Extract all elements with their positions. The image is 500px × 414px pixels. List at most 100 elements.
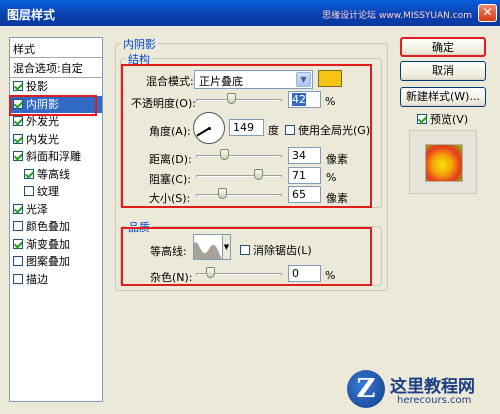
shadow-color-swatch[interactable] xyxy=(318,70,342,87)
style-item-label: 纹理 xyxy=(37,185,59,198)
style-item-label: 图案叠加 xyxy=(26,255,70,268)
preview-check-icon xyxy=(417,114,427,124)
style-item[interactable]: 图案叠加 xyxy=(10,253,102,271)
contour-label: 等高线: xyxy=(150,245,187,258)
checkbox-icon[interactable] xyxy=(13,98,23,109)
style-item[interactable]: 内阴影 xyxy=(10,95,102,113)
cancel-button[interactable]: 取消 xyxy=(400,61,486,81)
blend-mode-label: 混合模式: xyxy=(146,75,194,88)
noise-input[interactable]: 0 xyxy=(288,265,321,282)
style-item[interactable]: 投影 xyxy=(10,78,102,96)
checkbox-icon[interactable] xyxy=(13,221,23,231)
close-button[interactable]: ✕ xyxy=(478,4,497,22)
angle-input[interactable]: 149 xyxy=(229,119,264,136)
title-bar: 图层样式 思缘设计论坛 www.MISSYUAN.com ✕ xyxy=(0,0,500,26)
choke-label: 阻塞(C): xyxy=(149,173,191,186)
size-input[interactable]: 65 xyxy=(288,186,321,203)
preview-checkbox[interactable]: 预览(V) xyxy=(417,111,468,127)
checkbox-icon[interactable] xyxy=(24,186,34,196)
checkbox-icon[interactable] xyxy=(13,133,23,144)
style-item-label: 颜色叠加 xyxy=(26,220,70,233)
logo-url: herecours.com xyxy=(397,395,472,406)
style-item-label: 光泽 xyxy=(26,202,48,216)
ok-button[interactable]: 确定 xyxy=(400,37,486,57)
quality-title: 品质 xyxy=(126,219,152,235)
contour-curve-icon xyxy=(194,242,222,259)
antialias-checkbox[interactable]: 消除锯齿(L) xyxy=(240,242,312,258)
style-item-label: 投影 xyxy=(26,80,48,93)
global-light-checkbox[interactable]: 使用全局光(G) xyxy=(285,122,370,138)
style-item-label: 内阴影 xyxy=(26,97,59,111)
style-item[interactable]: 描边 xyxy=(10,271,102,289)
style-item-label: 斜面和浮雕 xyxy=(26,150,81,163)
logo-name: 这里教程网 xyxy=(390,377,475,397)
distance-label: 距离(D): xyxy=(149,153,192,166)
inner-shadow-title: 内阴影 xyxy=(121,36,158,52)
structure-title: 结构 xyxy=(126,51,152,67)
style-item[interactable]: 渐变叠加 xyxy=(10,236,102,254)
style-item[interactable]: 光泽 xyxy=(10,201,102,219)
chevron-down-icon: ▼ xyxy=(223,243,230,251)
blend-options-item[interactable]: 混合选项:自定 xyxy=(10,58,102,78)
style-item[interactable]: 颜色叠加 xyxy=(10,218,102,236)
choke-slider-thumb[interactable] xyxy=(254,169,263,180)
checkbox-icon[interactable] xyxy=(13,203,23,214)
opacity-input[interactable]: 42 xyxy=(288,91,321,108)
chevron-down-icon: ▼ xyxy=(296,72,311,87)
angle-label: 角度(A): xyxy=(149,125,191,138)
checkbox-icon[interactable] xyxy=(13,151,23,161)
style-item[interactable]: 斜面和浮雕 xyxy=(10,148,102,166)
choke-slider[interactable] xyxy=(196,175,282,178)
style-list: 样式 混合选项:自定 投影内阴影外发光内发光斜面和浮雕等高线纹理光泽颜色叠加渐变… xyxy=(9,37,103,402)
size-label: 大小(S): xyxy=(149,192,191,205)
checkbox-icon[interactable] xyxy=(24,168,34,179)
checkbox-icon[interactable] xyxy=(13,238,23,249)
distance-slider-thumb[interactable] xyxy=(220,149,229,160)
style-preview-swatch xyxy=(425,144,463,182)
style-item-label: 外发光 xyxy=(26,115,59,128)
noise-unit: % xyxy=(325,269,336,282)
size-slider-thumb[interactable] xyxy=(218,188,227,199)
distance-slider[interactable] xyxy=(196,155,282,158)
window-title: 图层样式 xyxy=(7,8,56,22)
logo-mark: Z xyxy=(347,370,385,408)
site-logo: Z 这里教程网 herecours.com xyxy=(347,368,497,410)
style-preview xyxy=(409,130,477,194)
checkbox-icon[interactable] xyxy=(13,116,23,126)
new-style-button[interactable]: 新建样式(W)... xyxy=(400,87,486,107)
close-icon: ✕ xyxy=(482,5,493,19)
angle-dial-center xyxy=(208,127,211,130)
distance-input[interactable]: 34 xyxy=(288,147,321,164)
angle-dial[interactable] xyxy=(193,112,225,144)
checkbox-icon[interactable] xyxy=(13,256,23,266)
choke-unit: % xyxy=(326,171,337,184)
style-item-label: 内发光 xyxy=(26,132,59,146)
contour-preview[interactable] xyxy=(193,234,223,260)
blend-mode-select[interactable]: 正片叠底 ▼ xyxy=(194,70,313,89)
style-item[interactable]: 等高线 xyxy=(10,166,102,184)
size-unit: 像素 xyxy=(326,192,348,205)
style-item[interactable]: 纹理 xyxy=(10,183,102,201)
opacity-slider[interactable] xyxy=(196,99,282,102)
style-list-header[interactable]: 样式 xyxy=(10,38,102,58)
style-item-label: 描边 xyxy=(26,272,48,286)
noise-slider-thumb[interactable] xyxy=(206,267,215,278)
angle-unit: 度 xyxy=(268,124,279,137)
distance-unit: 像素 xyxy=(326,153,348,166)
noise-label: 杂色(N): xyxy=(150,271,193,284)
style-item[interactable]: 外发光 xyxy=(10,113,102,131)
blend-mode-value: 正片叠底 xyxy=(199,75,243,88)
choke-input[interactable]: 71 xyxy=(288,167,321,184)
style-item-label: 渐变叠加 xyxy=(26,237,70,251)
contour-dropdown-button[interactable]: ▼ xyxy=(222,234,231,260)
style-item[interactable]: 内发光 xyxy=(10,131,102,149)
opacity-unit: % xyxy=(325,95,336,108)
opacity-label: 不透明度(O): xyxy=(131,97,196,110)
opacity-slider-thumb[interactable] xyxy=(227,93,237,104)
checkbox-icon[interactable] xyxy=(13,273,23,284)
antialias-check-icon xyxy=(240,245,250,255)
checkbox-icon[interactable] xyxy=(13,81,23,91)
style-item-label: 等高线 xyxy=(37,167,70,181)
size-slider[interactable] xyxy=(196,194,282,197)
global-light-check-icon xyxy=(285,125,295,135)
